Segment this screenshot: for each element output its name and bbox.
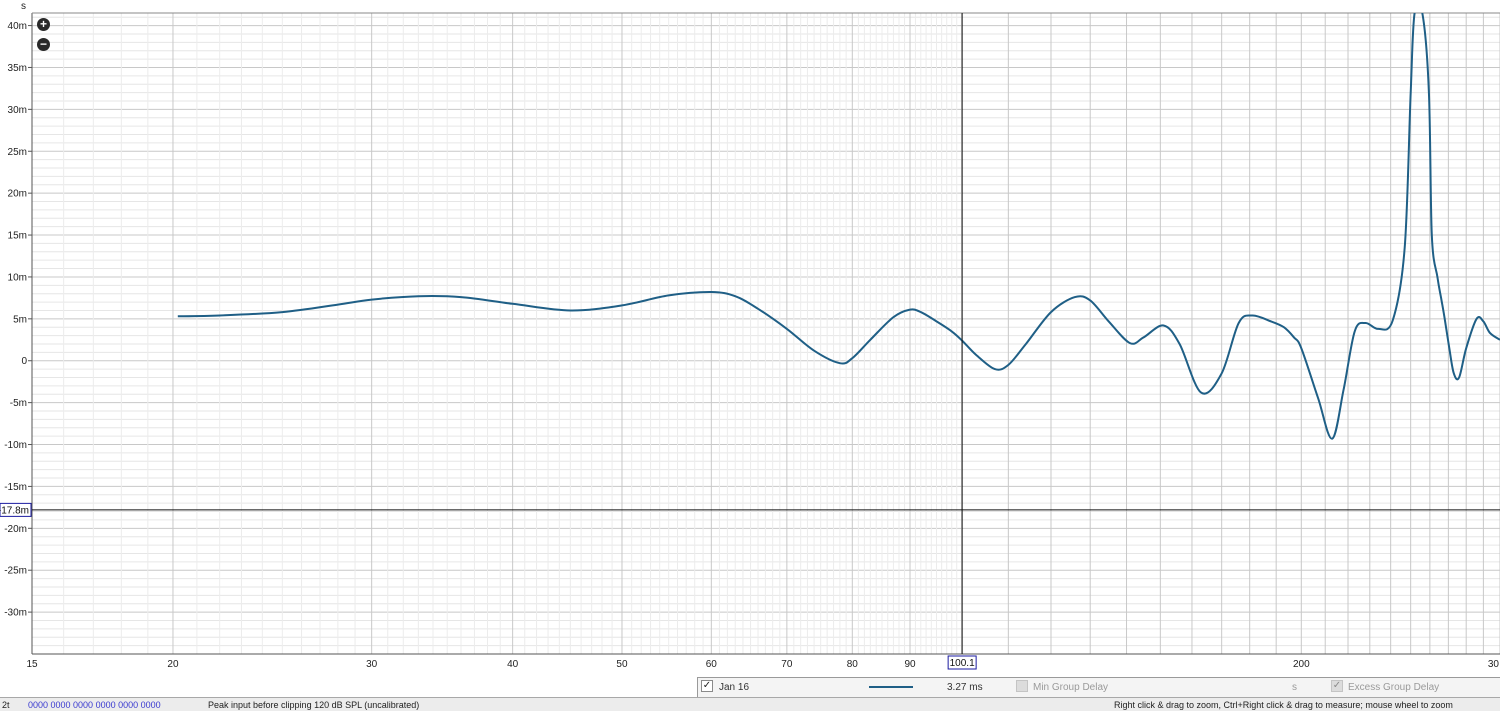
y-tick-label: 15m <box>8 231 27 242</box>
cursor-y-readout-text: -17.8m <box>0 505 29 516</box>
x-tick-label: 15 <box>26 659 38 670</box>
y-axis-ticks: 40m 35m 30m 25m 20m 15m 10m 5m 0 -5m -10m -15m -20m -… <box>4 21 32 619</box>
status-left-fragment: 2t <box>2 700 10 710</box>
y-tick-label: -30m <box>4 608 27 619</box>
y-tick-label: 0 <box>21 356 27 367</box>
x-tick-label: 30 <box>1488 659 1500 670</box>
legend-bar: ✓ Jan 16 3.27 ms Min Group Delay s ✓ Exc… <box>697 677 1500 697</box>
x-tick-label: 70 <box>781 659 793 670</box>
plot-svg[interactable]: 40m 35m 30m 25m 20m 15m 10m 5m 0 -5m -10m -15m -20m -… <box>0 0 1500 711</box>
cursor-y-readout: -17.8m <box>0 502 32 517</box>
series-visible-checkbox[interactable]: ✓ <box>701 680 713 692</box>
x-tick-label: 90 <box>904 659 916 670</box>
x-axis-ticks: 15 20 30 40 50 60 70 80 90 200 30 <box>26 659 1499 670</box>
status-hint: Right click & drag to zoom, Ctrl+Right c… <box>1114 700 1453 710</box>
y-tick-label: 20m <box>8 189 27 200</box>
status-level-readout: 0000 0000 0000 0000 0000 0000 <box>28 700 161 710</box>
min-group-delay-unit: s <box>1292 682 1297 693</box>
grid <box>31 13 1500 655</box>
min-group-delay-label: Min Group Delay <box>1033 682 1109 693</box>
zoom-out-icon[interactable]: − <box>37 38 50 51</box>
cursor-x-readout-text: 100.1 <box>950 658 975 669</box>
series-line-swatch <box>869 686 913 688</box>
zoom-in-icon[interactable]: + <box>37 18 50 31</box>
y-tick-label: -25m <box>4 566 27 577</box>
y-tick-label: 30m <box>8 105 27 116</box>
x-tick-label: 40 <box>507 659 519 670</box>
y-tick-label: 40m <box>8 21 27 32</box>
y-tick-label: 35m <box>8 63 27 74</box>
series-value-readout: 3.27 ms <box>947 682 983 693</box>
y-tick-label: -20m <box>4 524 27 535</box>
y-tick-label: 10m <box>8 272 27 283</box>
excess-group-delay-label: Excess Group Delay <box>1348 682 1440 693</box>
y-tick-label: -5m <box>10 398 27 409</box>
y-tick-label: -15m <box>4 482 27 493</box>
x-tick-label: 60 <box>706 659 718 670</box>
x-tick-label: 50 <box>616 659 628 670</box>
status-bar: 2t 0000 0000 0000 0000 0000 0000 Peak in… <box>0 697 1500 711</box>
group-delay-plot[interactable]: 40m 35m 30m 25m 20m 15m 10m 5m 0 -5m -10m -15m -20m -… <box>0 0 1500 711</box>
x-tick-label: 80 <box>847 659 859 670</box>
y-axis-unit: s <box>21 1 26 12</box>
x-tick-label: 20 <box>167 659 179 670</box>
series-name-label[interactable]: Jan 16 <box>719 682 749 693</box>
excess-group-delay-checkbox[interactable]: ✓ <box>1331 680 1343 692</box>
x-tick-label: 200 <box>1293 659 1310 670</box>
status-message: Peak input before clipping 120 dB SPL (u… <box>208 700 420 710</box>
y-tick-label: -10m <box>4 440 27 451</box>
cursor-x-readout: 100.1 <box>947 655 977 670</box>
x-tick-label: 30 <box>366 659 378 670</box>
y-tick-label: 25m <box>8 147 27 158</box>
min-group-delay-checkbox[interactable] <box>1016 680 1028 692</box>
y-tick-label: 5m <box>13 314 27 325</box>
